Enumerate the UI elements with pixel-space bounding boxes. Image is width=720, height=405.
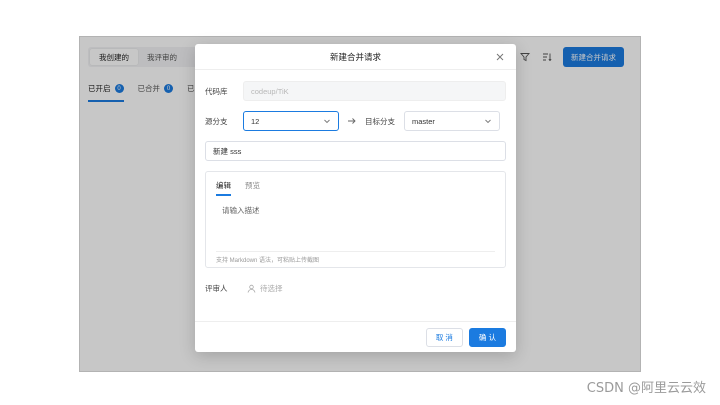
arrow-right-icon <box>339 117 365 125</box>
new-merge-request-dialog: 新建合并请求 代码库 codeup/TiK 源分支 12 目标分支 master… <box>195 44 516 352</box>
repo-input: codeup/TiK <box>243 81 506 101</box>
target-branch-value: master <box>412 116 435 126</box>
source-branch-select[interactable]: 12 <box>243 111 339 131</box>
description-editor: 编辑 预览 请输入描述 支持 Markdown 语法，可粘贴上传截图 <box>205 171 506 268</box>
tab-preview[interactable]: 预览 <box>245 180 260 196</box>
description-textarea[interactable]: 请输入描述 <box>222 205 260 216</box>
close-icon[interactable] <box>494 51 506 63</box>
reviewer-placeholder: 待选择 <box>260 284 283 293</box>
reviewer-label: 评审人 <box>205 284 228 293</box>
repo-row: 代码库 codeup/TiK <box>205 81 506 101</box>
watermark: CSDN @阿里云云效 <box>586 381 706 396</box>
reviewer-picker[interactable]: 待选择 <box>247 283 283 294</box>
tab-edit[interactable]: 编辑 <box>216 180 231 196</box>
dialog-header: 新建合并请求 <box>195 44 516 70</box>
target-branch-select[interactable]: master <box>404 111 500 131</box>
branch-row: 源分支 12 目标分支 master <box>205 111 500 131</box>
target-branch-label: 目标分支 <box>365 116 395 126</box>
source-branch-label: 源分支 <box>205 116 228 126</box>
editor-tabs: 编辑 预览 <box>216 180 260 196</box>
chevron-down-icon <box>324 119 330 124</box>
dialog-title: 新建合并请求 <box>329 51 381 62</box>
reviewer-row: 评审人 待选择 <box>205 283 283 294</box>
title-row: 新建 sss <box>205 141 506 161</box>
chevron-down-icon <box>485 119 491 124</box>
source-branch-value: 12 <box>251 116 260 126</box>
dialog-footer: 取 消 确 认 <box>195 321 516 352</box>
user-icon <box>247 284 256 293</box>
cancel-button[interactable]: 取 消 <box>425 327 463 347</box>
editor-hint: 支持 Markdown 语法，可粘贴上传截图 <box>216 251 495 267</box>
confirm-button[interactable]: 确 认 <box>468 327 506 347</box>
repo-label: 代码库 <box>205 86 228 96</box>
title-input[interactable]: 新建 sss <box>205 141 506 161</box>
